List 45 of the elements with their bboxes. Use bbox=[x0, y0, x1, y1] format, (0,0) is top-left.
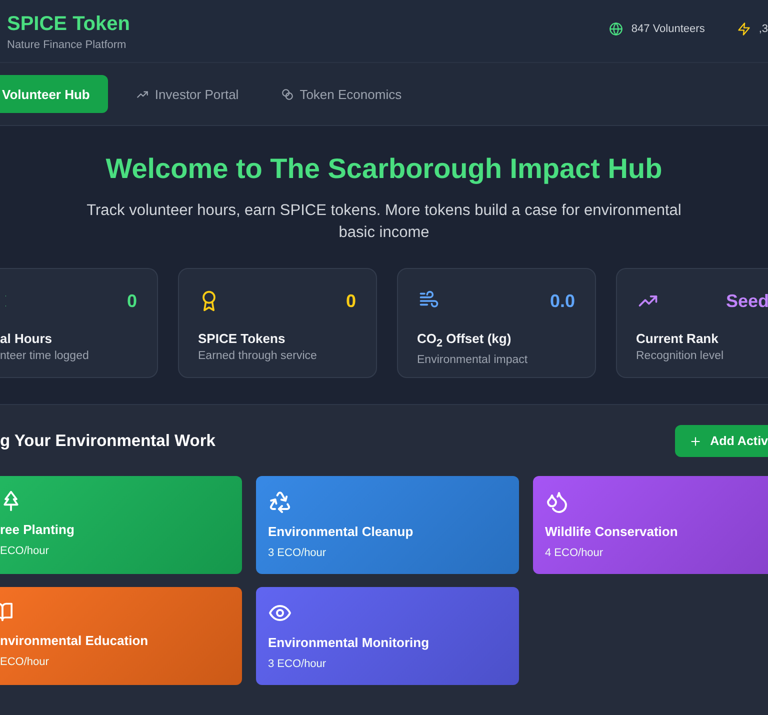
activity-rate: 3 ECO/hour bbox=[268, 547, 328, 559]
stat-caption: Recognition level bbox=[636, 350, 725, 362]
stat-value: Seed bbox=[726, 290, 768, 312]
nav-tab[interactable]: Volunteer Hub bbox=[0, 75, 108, 113]
hero-title: Welcome to The Scarborough Impact Hub bbox=[106, 152, 662, 186]
activity-name: Wildlife Conservation bbox=[545, 524, 679, 539]
stat-value: 0.0 bbox=[550, 290, 575, 312]
section-heading: g Your Environmental Work bbox=[0, 432, 216, 450]
add-activity-button[interactable]: Add Activ bbox=[675, 425, 768, 457]
hero-subtitle: Track volunteer hours, earn SPICE tokens. More tokens build a case for environmental basic income bbox=[86, 201, 682, 243]
activity-card[interactable]: Environmental Cleanup 3 ECO/hour bbox=[256, 476, 519, 574]
activity-name: Environmental Monitoring bbox=[268, 635, 430, 650]
nav-tab[interactable]: Token Economics bbox=[262, 75, 420, 113]
stat-label: al Hours bbox=[0, 331, 54, 346]
activity-rate: ECO/hour bbox=[0, 656, 50, 668]
activity-rate: ECO/hour bbox=[0, 545, 50, 557]
activity-card[interactable]: Environmental Monitoring 3 ECO/hour bbox=[256, 587, 519, 685]
stat-label: SPICE Tokens bbox=[198, 331, 286, 346]
activity-name: nvironmental Education bbox=[0, 633, 150, 648]
stat-value: 0 bbox=[126, 290, 137, 312]
activity-name: ree Planting bbox=[0, 522, 76, 537]
app-subtitle: Nature Finance Platform bbox=[7, 38, 128, 50]
plus-icon bbox=[689, 434, 702, 448]
coins-icon bbox=[280, 88, 294, 100]
droplets-icon bbox=[545, 490, 569, 514]
header-stat: ,3 bbox=[758, 23, 768, 35]
lightning-icon bbox=[736, 22, 751, 36]
stat-caption: nteer time logged bbox=[0, 350, 90, 362]
stat-label: Current Rank bbox=[636, 331, 720, 346]
book-icon bbox=[0, 601, 14, 623]
stat-label: CO$_{2}$ Offset (kg) bbox=[417, 331, 512, 350]
stat-caption: Earned through service bbox=[198, 350, 318, 362]
recycle-icon bbox=[268, 490, 292, 514]
activity-rate: 3 ECO/hour bbox=[268, 658, 328, 670]
stat-caption: Environmental impact bbox=[417, 354, 529, 366]
volunteer-count: 847 Volunteers bbox=[631, 23, 705, 35]
activity-card[interactable]: ree Planting ECO/hour bbox=[0, 476, 242, 574]
activity-name: Environmental Cleanup bbox=[268, 524, 414, 539]
stat-value: 0 bbox=[346, 290, 356, 312]
activity-card[interactable]: Wildlife Conservation 4 ECO/hour bbox=[533, 476, 768, 574]
globe-icon bbox=[609, 22, 624, 36]
nav-tab[interactable]: Investor Portal bbox=[118, 75, 257, 113]
activity-rate: 4 ECO/hour bbox=[545, 547, 604, 559]
app-title: SPICE Token bbox=[7, 12, 130, 36]
activity-card[interactable]: nvironmental Education ECO/hour bbox=[0, 587, 242, 685]
